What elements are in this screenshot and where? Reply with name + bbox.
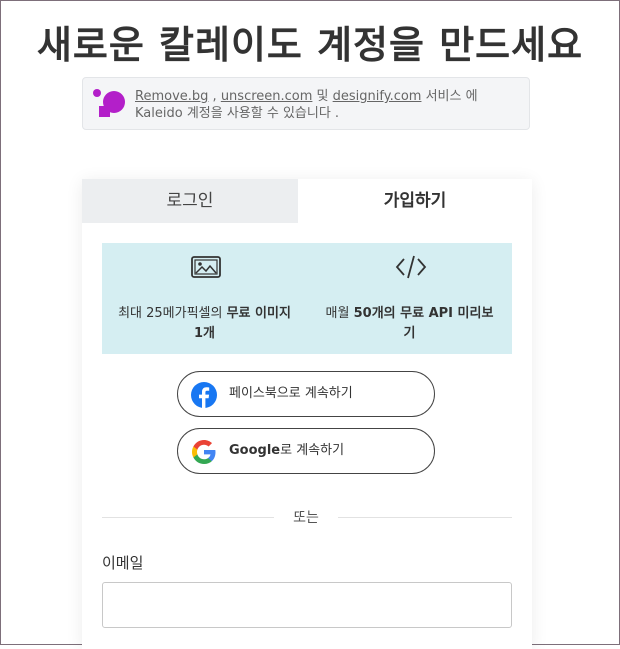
notice-text: Remove.bg , unscreen.com 및 designify.com… bbox=[135, 88, 515, 122]
google-continue-label: Google로 계속하기 bbox=[229, 429, 344, 473]
tab-login[interactable]: 로그인 bbox=[82, 179, 298, 223]
signup-card: 로그인 가입하기 최대 25메가픽셀의 무료 이미지 1개 매월 50개의 무료… bbox=[82, 179, 532, 649]
google-continue-button[interactable]: Google로 계속하기 bbox=[177, 428, 435, 474]
perk-free-image-text: 최대 25메가픽셀의 무료 이미지 1개 bbox=[117, 304, 292, 344]
facebook-continue-button[interactable]: 페이스북으로 계속하기 bbox=[177, 371, 435, 417]
code-icon bbox=[395, 255, 427, 279]
divider-line-right bbox=[338, 517, 512, 518]
kaleido-logo-icon bbox=[93, 89, 125, 117]
perks-panel: 최대 25메가픽셀의 무료 이미지 1개 매월 50개의 무료 API 미리보기 bbox=[102, 243, 512, 354]
facebook-icon bbox=[191, 382, 217, 408]
tab-signup[interactable]: 가입하기 bbox=[298, 179, 532, 223]
perk-free-image: 최대 25메가픽셀의 무료 이미지 1개 bbox=[102, 243, 307, 354]
notice-separator: 및 bbox=[312, 89, 333, 104]
perk-api-previews-prefix: 매월 bbox=[325, 306, 354, 321]
image-icon bbox=[191, 256, 221, 278]
email-label: 이메일 bbox=[102, 554, 144, 572]
designify-link[interactable]: designify.com bbox=[333, 89, 422, 104]
divider-or: 또는 bbox=[293, 510, 319, 526]
page-title: 새로운 칼레이도 계정을 만드세요 bbox=[36, 23, 584, 67]
kaleido-notice: Remove.bg , unscreen.com 및 designify.com… bbox=[82, 77, 530, 130]
perk-api-previews-highlight: 50개의 무료 API 미리보기 bbox=[353, 306, 494, 341]
facebook-continue-label: 페이스북으로 계속하기 bbox=[229, 386, 353, 401]
perk-api-previews: 매월 50개의 무료 API 미리보기 bbox=[307, 243, 512, 354]
notice-separator: , bbox=[208, 89, 221, 104]
perk-free-image-prefix: 최대 25메가픽셀의 bbox=[118, 306, 227, 321]
divider-line-left bbox=[102, 517, 274, 518]
google-continue-suffix: 로 계속하기 bbox=[280, 443, 345, 458]
email-input[interactable] bbox=[102, 582, 512, 628]
google-icon bbox=[192, 440, 216, 464]
perk-api-previews-text: 매월 50개의 무료 API 미리보기 bbox=[322, 304, 497, 344]
unscreen-link[interactable]: unscreen.com bbox=[221, 89, 313, 104]
removebg-link[interactable]: Remove.bg bbox=[135, 89, 208, 104]
google-brand-text: Google bbox=[229, 443, 281, 458]
